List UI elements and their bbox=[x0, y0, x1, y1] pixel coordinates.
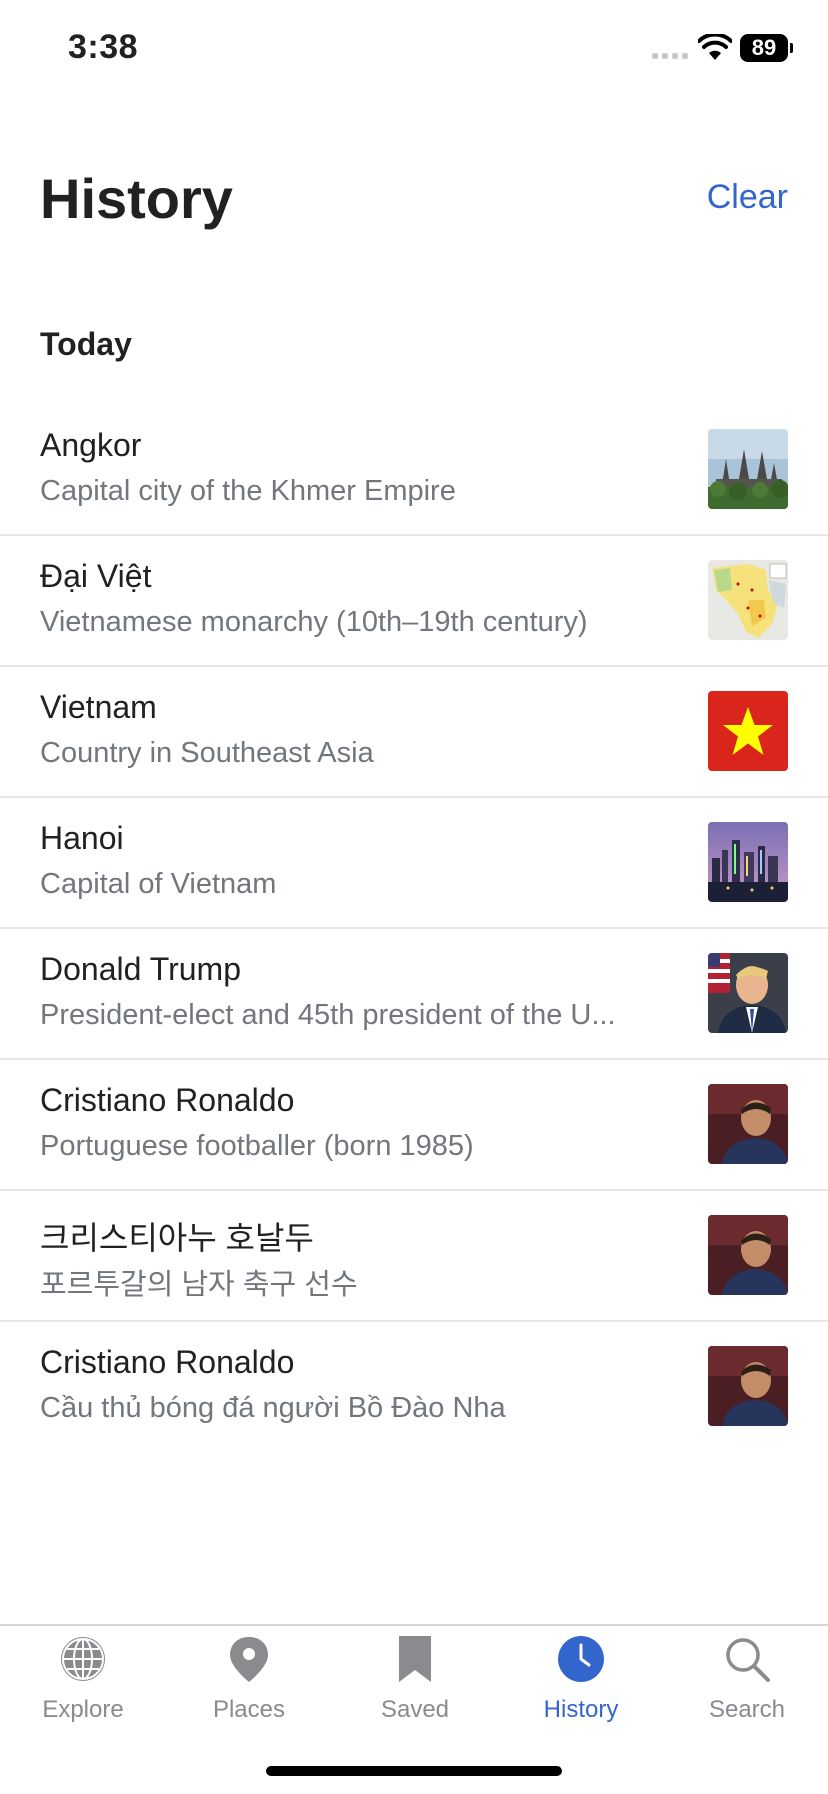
history-item-title: Cristiano Ronaldo bbox=[40, 1082, 295, 1118]
history-item-description: Portuguese footballer (born 1985) bbox=[40, 1130, 474, 1162]
history-item-description: Capital city of the Khmer Empire bbox=[40, 475, 456, 507]
status-time: 3:38 bbox=[68, 28, 139, 66]
tab-places[interactable]: Places bbox=[166, 1626, 332, 1736]
globe-icon bbox=[61, 1637, 105, 1681]
tab-label: Explore bbox=[42, 1696, 124, 1723]
vietnam-flag-image bbox=[708, 691, 788, 771]
battery-nub bbox=[790, 43, 793, 53]
cristiano-ronaldo-portrait-image bbox=[708, 1215, 788, 1295]
history-item-title: Vietnam bbox=[40, 689, 157, 725]
history-item-description: President-elect and 45th president of th… bbox=[40, 999, 616, 1031]
history-item-description: Cầu thủ bóng đá người Bồ Đào Nha bbox=[40, 1392, 506, 1424]
history-item-title: Donald Trump bbox=[40, 951, 241, 987]
clear-history-button[interactable]: Clear bbox=[707, 178, 788, 217]
tab-label: Places bbox=[212, 1696, 286, 1723]
history-item-cristiano-ronaldo-korean[interactable]: 크리스티아누 호날두 포르투갈의 남자 축구 선수 bbox=[0, 1191, 828, 1322]
home-indicator bbox=[266, 1766, 562, 1776]
history-item-description: Vietnamese monarchy (10th–19th century) bbox=[40, 606, 588, 638]
angkor-temple-image bbox=[708, 429, 788, 509]
section-title-today: Today bbox=[40, 326, 132, 362]
tab-label: Search bbox=[708, 1696, 786, 1723]
page-title: History bbox=[40, 167, 233, 230]
clock-icon bbox=[558, 1636, 604, 1682]
history-item-vietnam[interactable]: Vietnam Country in Southeast Asia bbox=[0, 667, 828, 798]
history-item-cristiano-ronaldo-vietnamese[interactable]: Cristiano Ronaldo Cầu thủ bóng đá người … bbox=[0, 1322, 828, 1451]
cristiano-ronaldo-portrait-image bbox=[708, 1084, 788, 1164]
history-item-cristiano-ronaldo[interactable]: Cristiano Ronaldo Portuguese footballer … bbox=[0, 1060, 828, 1191]
tab-label: History bbox=[543, 1696, 619, 1723]
tab-saved[interactable]: Saved bbox=[332, 1626, 498, 1736]
history-item-description: Country in Southeast Asia bbox=[40, 737, 374, 769]
history-item-hanoi[interactable]: Hanoi Capital of Vietnam bbox=[0, 798, 828, 929]
history-item-title: Hanoi bbox=[40, 820, 124, 856]
status-bar: 3:38 89 bbox=[0, 0, 828, 100]
tab-explore[interactable]: Explore bbox=[0, 1626, 166, 1736]
history-item-title: Đại Việt bbox=[40, 558, 152, 594]
tab-label: Saved bbox=[380, 1696, 450, 1723]
cristiano-ronaldo-portrait-image bbox=[708, 1346, 788, 1426]
history-item-title: 크리스티아누 호날두 bbox=[40, 1220, 314, 1256]
history-item-donald-trump[interactable]: Donald Trump President-elect and 45th pr… bbox=[0, 929, 828, 1060]
history-item-angkor[interactable]: Angkor Capital city of the Khmer Empire bbox=[0, 405, 828, 536]
search-icon bbox=[726, 1638, 770, 1682]
hanoi-skyline-image bbox=[708, 822, 788, 902]
tab-search[interactable]: Search bbox=[664, 1626, 828, 1736]
battery-icon: 89 bbox=[740, 34, 788, 62]
bookmark-icon bbox=[399, 1636, 431, 1682]
history-item-title: Cristiano Ronaldo bbox=[40, 1344, 295, 1380]
history-item-title: Angkor bbox=[40, 427, 142, 463]
history-item-dai-viet[interactable]: Đại Việt Vietnamese monarchy (10th–19th … bbox=[0, 536, 828, 667]
history-list: Angkor Capital city of the Khmer Empire … bbox=[0, 405, 828, 1451]
history-item-description: 포르투갈의 남자 축구 선수 bbox=[40, 1269, 358, 1301]
cellular-signal-icon bbox=[652, 53, 688, 59]
donald-trump-portrait-image bbox=[708, 953, 788, 1033]
map-pin-icon bbox=[230, 1637, 268, 1682]
history-item-description: Capital of Vietnam bbox=[40, 868, 277, 900]
dai-viet-map-image bbox=[708, 560, 788, 640]
tab-history[interactable]: History bbox=[498, 1626, 664, 1736]
wifi-icon bbox=[698, 34, 732, 60]
